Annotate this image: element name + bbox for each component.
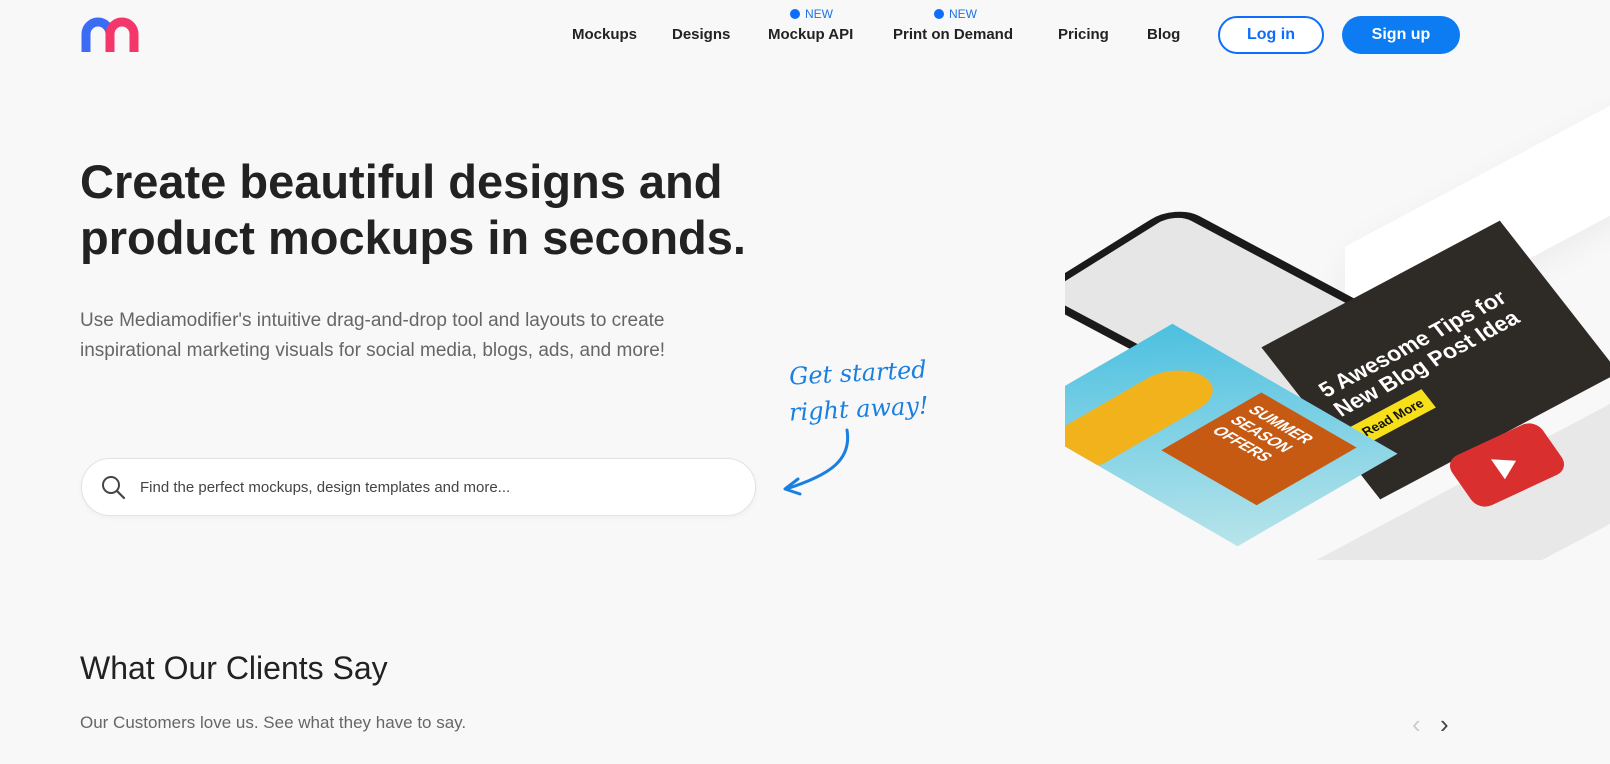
dot-icon xyxy=(790,9,800,19)
nav-pricing[interactable]: Pricing xyxy=(1058,26,1109,43)
search-input[interactable] xyxy=(140,478,700,496)
hero-subtitle: Use Mediamodifier's intuitive drag-and-d… xyxy=(80,310,666,361)
nav-print-on-demand[interactable]: Print on Demand xyxy=(893,26,1013,43)
get-started-callout: Get started right away! xyxy=(788,351,929,430)
new-badge: NEW xyxy=(934,7,977,21)
nav-mockup-api[interactable]: Mockup API xyxy=(768,26,853,43)
main-nav: Mockups Designs NEW Mockup API NEW Print… xyxy=(0,0,1610,70)
search-icon xyxy=(102,476,126,500)
nav-designs[interactable]: Designs xyxy=(672,26,730,43)
new-badge: NEW xyxy=(790,7,833,21)
chevron-right-icon[interactable]: › xyxy=(1440,711,1449,737)
hero-title: Create beautiful designs and product moc… xyxy=(80,155,746,264)
nav-mockups[interactable]: Mockups xyxy=(572,26,637,43)
nav-blog[interactable]: Blog xyxy=(1147,26,1180,43)
curved-arrow-icon xyxy=(783,428,850,496)
login-button[interactable]: Log in xyxy=(1218,16,1324,54)
clients-subtitle: Our Customers love us. See what they hav… xyxy=(80,713,467,732)
search-bar[interactable] xyxy=(81,458,756,516)
clients-title: What Our Clients Say xyxy=(80,650,388,686)
hero-illustration: 5 Awesome Tips for New Blog Post Idea Re… xyxy=(1065,95,1610,560)
signup-button[interactable]: Sign up xyxy=(1342,16,1460,54)
badge-text: NEW xyxy=(949,7,977,21)
dot-icon xyxy=(934,9,944,19)
badge-text: NEW xyxy=(805,7,833,21)
chevron-left-icon[interactable]: ‹ xyxy=(1412,711,1421,737)
